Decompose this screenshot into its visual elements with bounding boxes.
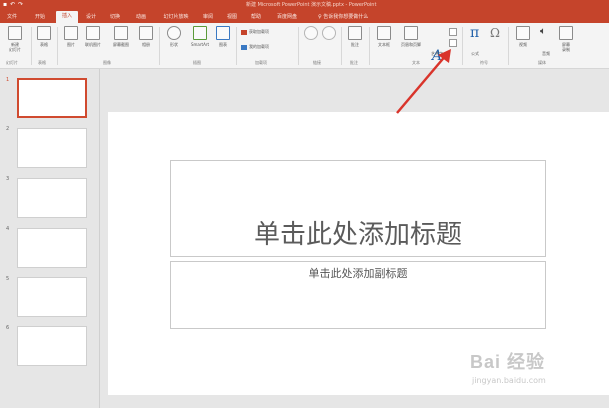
watermark-url: jingyan.baidu.com [472, 376, 546, 385]
arrow-shaft [396, 53, 448, 114]
watermark: Bai 经验 jingyan.baidu.com [468, 338, 606, 402]
watermark-brand: Bai 经验 [470, 352, 546, 372]
